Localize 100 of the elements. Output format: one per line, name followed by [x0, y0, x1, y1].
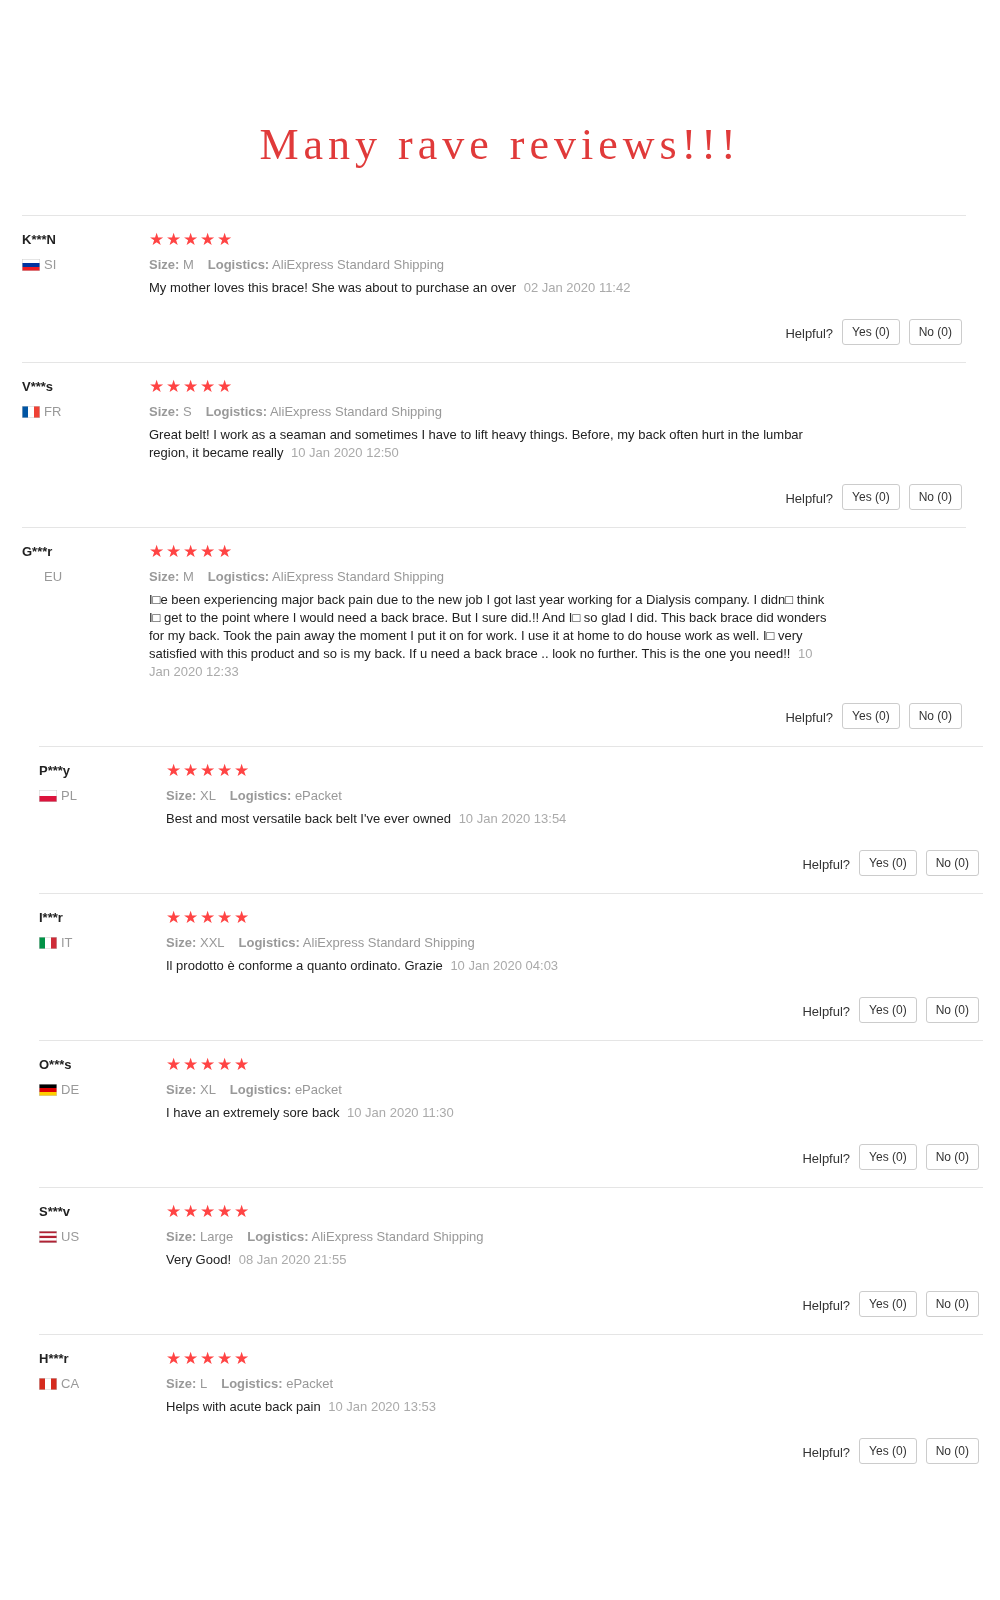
- star-icon: ★: [200, 1204, 215, 1220]
- helpful-label: Helpful?: [802, 1150, 851, 1169]
- country-code: IT: [61, 934, 73, 953]
- reviewer-name: G***r: [22, 543, 54, 561]
- star-icon: ★: [200, 379, 215, 395]
- star-icon: ★: [183, 1204, 198, 1220]
- star-icon: ★: [166, 544, 181, 560]
- logistics-info: Logistics: AliExpress Standard Shipping: [247, 1228, 484, 1247]
- helpful-label: Helpful?: [785, 325, 834, 344]
- reviewer-name: I***r: [39, 909, 64, 927]
- no-button[interactable]: No (0): [925, 1144, 979, 1170]
- logistics-info: Logistics: ePacket: [229, 787, 342, 806]
- size-info: Size: Large: [166, 1228, 234, 1247]
- country-code: US: [61, 1228, 80, 1247]
- star-icon: ★: [217, 1351, 232, 1367]
- star-icon: ★: [166, 1057, 181, 1073]
- helpful-label: Helpful?: [802, 1444, 851, 1463]
- no-button[interactable]: No (0): [908, 484, 962, 510]
- yes-button[interactable]: Yes (0): [859, 1438, 917, 1464]
- size-info: Size: L: [166, 1375, 208, 1394]
- logistics-info: Logistics: AliExpress Standard Shipping: [205, 403, 442, 422]
- no-button[interactable]: No (0): [925, 997, 979, 1023]
- star-icon: ★: [234, 1057, 249, 1073]
- star-icon: ★: [234, 1351, 249, 1367]
- helpful-label: Helpful?: [802, 856, 851, 875]
- helpful-label: Helpful?: [802, 1003, 851, 1022]
- star-icon: ★: [217, 910, 232, 926]
- review-text: My mother loves this brace! She was about to purchase an over 02 Jan 2020 11:42: [149, 279, 632, 297]
- review-text: Helps with acute back pain 10 Jan 2020 13:53: [166, 1398, 437, 1416]
- star-icon: ★: [183, 1351, 198, 1367]
- review-text: I have an extremely sore back 10 Jan 2020 11:30: [166, 1104, 455, 1122]
- star-icon: ★: [183, 232, 198, 248]
- star-icon: ★: [166, 910, 181, 926]
- reviewer-name: P***y: [39, 762, 72, 780]
- star-icon: ★: [234, 1204, 249, 1220]
- star-icon: ★: [217, 232, 232, 248]
- star-icon: ★: [183, 379, 198, 395]
- star-icon: ★: [200, 1351, 215, 1367]
- star-icon: ★: [166, 763, 181, 779]
- page-heading: Many rave reviews!!!: [258, 119, 742, 171]
- size-info: Size: XL: [166, 1081, 216, 1100]
- reviewer-name: S***v: [39, 1203, 72, 1221]
- size-info: Size: S: [149, 403, 192, 422]
- yes-button[interactable]: Yes (0): [842, 319, 900, 345]
- no-button[interactable]: No (0): [925, 1291, 979, 1317]
- size-info: Size: M: [149, 256, 194, 275]
- star-icon: ★: [200, 544, 215, 560]
- yes-button[interactable]: Yes (0): [842, 484, 900, 510]
- yes-button[interactable]: Yes (0): [859, 1144, 917, 1170]
- reviewer-name: O***s: [39, 1056, 73, 1074]
- logistics-info: Logistics: ePacket: [229, 1081, 342, 1100]
- size-info: Size: M: [149, 568, 194, 587]
- logistics-info: Logistics: AliExpress Standard Shipping: [238, 934, 475, 953]
- country-code: CA: [61, 1375, 80, 1394]
- star-icon: ★: [200, 910, 215, 926]
- star-icon: ★: [217, 544, 232, 560]
- country-code: SI: [44, 256, 57, 275]
- country-code: DE: [61, 1081, 80, 1100]
- star-icon: ★: [166, 1204, 181, 1220]
- star-icon: ★: [183, 763, 198, 779]
- no-button[interactable]: No (0): [925, 850, 979, 876]
- star-icon: ★: [217, 763, 232, 779]
- no-button[interactable]: No (0): [908, 319, 962, 345]
- size-info: Size: XXL: [166, 934, 225, 953]
- yes-button[interactable]: Yes (0): [842, 703, 900, 729]
- size-info: Size: XL: [166, 787, 216, 806]
- star-icon: ★: [183, 1057, 198, 1073]
- yes-button[interactable]: Yes (0): [859, 1291, 917, 1317]
- star-icon: ★: [217, 379, 232, 395]
- yes-button[interactable]: Yes (0): [859, 850, 917, 876]
- star-icon: ★: [200, 1057, 215, 1073]
- review-text: Il prodotto è conforme a quanto ordinato. Grazie 10 Jan 2020 04:03: [166, 957, 560, 975]
- star-icon: ★: [149, 379, 164, 395]
- star-icon: ★: [217, 1057, 232, 1073]
- reviewer-name: K***N: [22, 231, 57, 249]
- star-icon: ★: [200, 763, 215, 779]
- star-icon: ★: [217, 1204, 232, 1220]
- star-icon: ★: [234, 763, 249, 779]
- star-icon: ★: [166, 379, 181, 395]
- yes-button[interactable]: Yes (0): [859, 997, 917, 1023]
- star-icon: ★: [149, 232, 164, 248]
- review-text: Very Good! 08 Jan 2020 21:55: [166, 1251, 348, 1269]
- star-icon: ★: [166, 232, 181, 248]
- star-icon: ★: [166, 1351, 181, 1367]
- country-code: PL: [61, 787, 77, 806]
- review-text: I□e been experiencing major back pain due to the new job I got last year working for a Dialysis company. I didn□ think I□ get to the point where I would need a back brace. But I sure did.!! And I□ so glad I did. This back brace did wonders for my back. Took the pain away the moment I put it on for work. I use it at home to do house work as well. I□ very satisfied with this product and so is my back. If u need a back brace .. look no further. This is the one you need!! 10 Jan 2020 12:33: [149, 591, 828, 681]
- logistics-info: Logistics: AliExpress Standard Shipping: [207, 568, 445, 587]
- star-icon: ★: [234, 910, 249, 926]
- helpful-label: Helpful?: [785, 709, 834, 728]
- helpful-label: Helpful?: [785, 490, 834, 509]
- review-text: Great belt! I work as a seaman and sometimes I have to lift heavy things. Before, my back often hurt in the lumbar region, it became really 10 Jan 2020 12:50: [149, 426, 804, 462]
- no-button[interactable]: No (0): [925, 1438, 979, 1464]
- no-button[interactable]: No (0): [908, 703, 962, 729]
- country-code: FR: [44, 403, 62, 422]
- logistics-info: Logistics: AliExpress Standard Shipping: [207, 256, 445, 275]
- star-icon: ★: [200, 232, 215, 248]
- logistics-info: Logistics: ePacket: [221, 1375, 334, 1394]
- star-icon: ★: [149, 544, 164, 560]
- star-icon: ★: [183, 544, 198, 560]
- country-code: EU: [44, 568, 63, 587]
